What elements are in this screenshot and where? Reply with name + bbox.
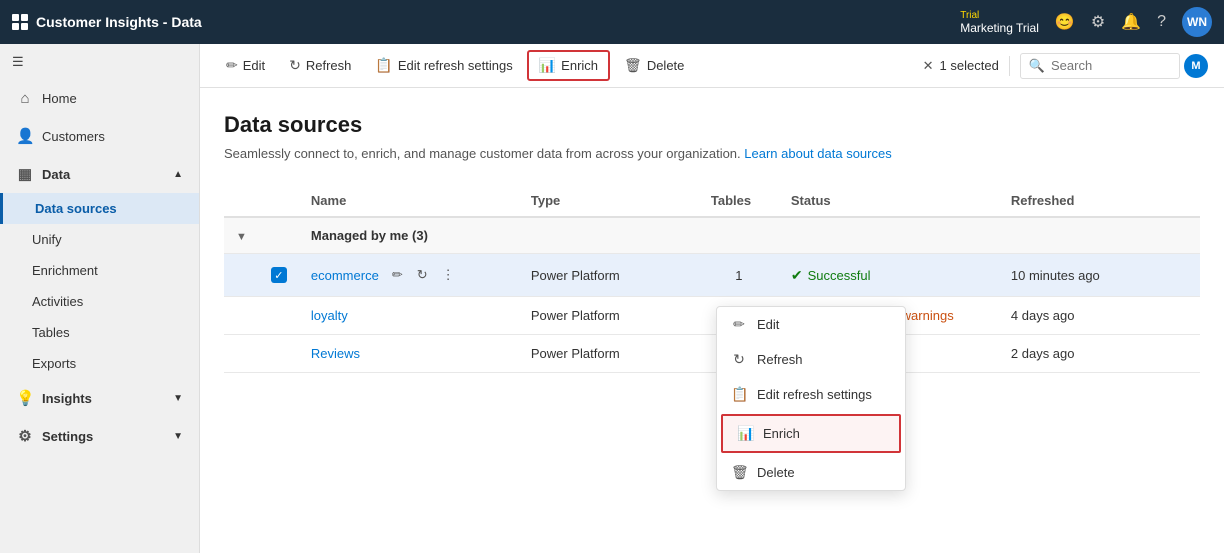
section-managed-by-me: ▼ Managed by me (3) [224, 217, 1200, 254]
insights-chevron-icon: ▼ [173, 393, 183, 404]
search-input[interactable] [1051, 58, 1171, 73]
sidebar-item-unify[interactable]: Unify [0, 224, 199, 255]
col-expand [224, 185, 259, 217]
edit-refresh-icon: 📋 [375, 57, 392, 74]
insights-icon: 💡 [16, 389, 34, 407]
selected-count: ✕ 1 selected [923, 58, 999, 74]
data-sources-table: Name Type Tables Status Refreshed ▼ Mana… [224, 185, 1200, 373]
app-logo[interactable]: Customer Insights - Data [12, 14, 202, 30]
delete-icon: 🗑 [624, 57, 642, 74]
col-type-header: Type [519, 185, 699, 217]
row-tables-ecommerce: 1 [699, 254, 779, 297]
toolbar: ✏ Edit ↻ Refresh 📋 Edit refresh settings… [200, 44, 1224, 88]
topnav-right: Trial Marketing Trial 😊 ⚙ 🔔 ? WN [960, 7, 1212, 37]
sidebar-item-insights[interactable]: 💡 Insights ▼ [0, 379, 199, 417]
row-type-reviews: Power Platform [519, 335, 699, 373]
home-icon: ⌂ [16, 90, 34, 107]
row-name-ecommerce[interactable]: ecommerce [311, 268, 379, 283]
sidebar-hamburger[interactable]: ☰ [0, 44, 199, 80]
settings-chevron-icon: ▼ [173, 431, 183, 442]
row-refreshed-reviews: 2 days ago [999, 335, 1200, 373]
row-actions-ecommerce: ✏ ↻ ⋮ [387, 264, 460, 286]
close-selection-icon[interactable]: ✕ [923, 58, 934, 74]
sidebar-item-exports[interactable]: Exports [0, 348, 199, 379]
context-refresh-icon: ↻ [731, 351, 747, 368]
topnav: Customer Insights - Data Trial Marketing… [0, 0, 1224, 44]
learn-link[interactable]: Learn about data sources [744, 146, 891, 161]
row-refreshed-ecommerce: 10 minutes ago [999, 254, 1200, 297]
context-menu-item-edit-refresh-settings[interactable]: 📋 Edit refresh settings [717, 377, 905, 412]
refresh-button[interactable]: ↻ Refresh [279, 52, 361, 79]
sidebar-item-customers[interactable]: 👤 Customers [0, 117, 199, 155]
sidebar-item-data-sources[interactable]: Data sources [0, 193, 199, 224]
sidebar-item-home[interactable]: ⌂ Home [0, 80, 199, 117]
context-delete-icon: 🗑 [731, 464, 747, 481]
sidebar: ☰ ⌂ Home 👤 Customers ▦ Data ▲ Data sourc… [0, 44, 200, 553]
data-icon: ▦ [16, 165, 34, 183]
context-edit-refresh-icon: 📋 [731, 386, 747, 403]
notification-icon[interactable]: 🔔 [1121, 12, 1141, 32]
enrich-icon: 📊 [539, 57, 556, 74]
toolbar-separator [1009, 56, 1010, 76]
ms-icon: M [1184, 54, 1208, 78]
user-avatar[interactable]: WN [1182, 7, 1212, 37]
sidebar-item-data[interactable]: ▦ Data ▲ [0, 155, 199, 193]
context-menu-item-delete[interactable]: 🗑 Delete [717, 455, 905, 490]
col-name-header: Name [299, 185, 519, 217]
edit-icon: ✏ [226, 57, 238, 74]
row-refreshed-loyalty: 4 days ago [999, 297, 1200, 335]
col-status-header: Status [779, 185, 999, 217]
app-title: Customer Insights - Data [36, 14, 202, 30]
trial-info: Trial Marketing Trial [960, 10, 1039, 35]
sidebar-item-settings[interactable]: ⚙ Settings ▼ [0, 417, 199, 455]
section-chevron-icon[interactable]: ▼ [236, 231, 247, 243]
settings-nav-icon: ⚙ [16, 427, 34, 445]
enrich-button[interactable]: 📊 Enrich [527, 50, 610, 81]
col-tables-header: Tables [699, 185, 779, 217]
col-refreshed-header: Refreshed [999, 185, 1200, 217]
row-edit-button-ecommerce[interactable]: ✏ [387, 264, 408, 286]
sidebar-item-enrichment[interactable]: Enrichment [0, 255, 199, 286]
question-icon[interactable]: ? [1157, 13, 1166, 31]
page-subtitle: Seamlessly connect to, enrich, and manag… [224, 146, 1200, 161]
delete-button[interactable]: 🗑 Delete [614, 52, 694, 79]
context-menu-item-enrich[interactable]: 📊 Enrich [723, 416, 899, 451]
grid-icon [12, 14, 28, 30]
search-bar[interactable]: 🔍 [1020, 53, 1180, 79]
context-menu-item-edit[interactable]: ✏ Edit [717, 307, 905, 342]
row-name-loyalty[interactable]: loyalty [311, 308, 348, 323]
row-name-reviews[interactable]: Reviews [311, 346, 360, 361]
status-success-icon: ✔ [791, 267, 803, 284]
sidebar-item-activities[interactable]: Activities [0, 286, 199, 317]
row-refresh-button-ecommerce[interactable]: ↻ [412, 264, 433, 286]
row-type-loyalty: Power Platform [519, 297, 699, 335]
row-type-ecommerce: Power Platform [519, 254, 699, 297]
edit-refresh-settings-button[interactable]: 📋 Edit refresh settings [365, 52, 522, 79]
page-content: Data sources Seamlessly connect to, enri… [200, 88, 1224, 553]
table-row[interactable]: loyalty Power Platform 1 ⚠ Completed wit… [224, 297, 1200, 335]
settings-icon[interactable]: ⚙ [1091, 12, 1105, 32]
page-title: Data sources [224, 112, 1200, 138]
help-icon[interactable]: 😊 [1055, 12, 1075, 32]
sidebar-item-tables[interactable]: Tables [0, 317, 199, 348]
search-icon: 🔍 [1029, 58, 1045, 74]
edit-button[interactable]: ✏ Edit [216, 52, 275, 79]
context-menu: ✏ Edit ↻ Refresh 📋 Edit refresh settings… [716, 306, 906, 491]
customers-icon: 👤 [16, 127, 34, 145]
context-edit-icon: ✏ [731, 316, 747, 333]
context-menu-item-refresh[interactable]: ↻ Refresh [717, 342, 905, 377]
data-chevron-icon: ▲ [173, 169, 183, 180]
table-row[interactable]: ✓ ecommerce ✏ ↻ ⋮ [224, 254, 1200, 297]
main-content: ✏ Edit ↻ Refresh 📋 Edit refresh settings… [200, 44, 1224, 553]
row-status-ecommerce: ✔ Successful [791, 267, 987, 284]
table-row[interactable]: Reviews Power Platform 1 ✔ Successful 2 … [224, 335, 1200, 373]
context-enrich-icon: 📊 [737, 425, 753, 442]
col-checkbox [259, 185, 299, 217]
refresh-icon: ↻ [289, 57, 301, 74]
row-more-button-ecommerce[interactable]: ⋮ [437, 264, 460, 286]
